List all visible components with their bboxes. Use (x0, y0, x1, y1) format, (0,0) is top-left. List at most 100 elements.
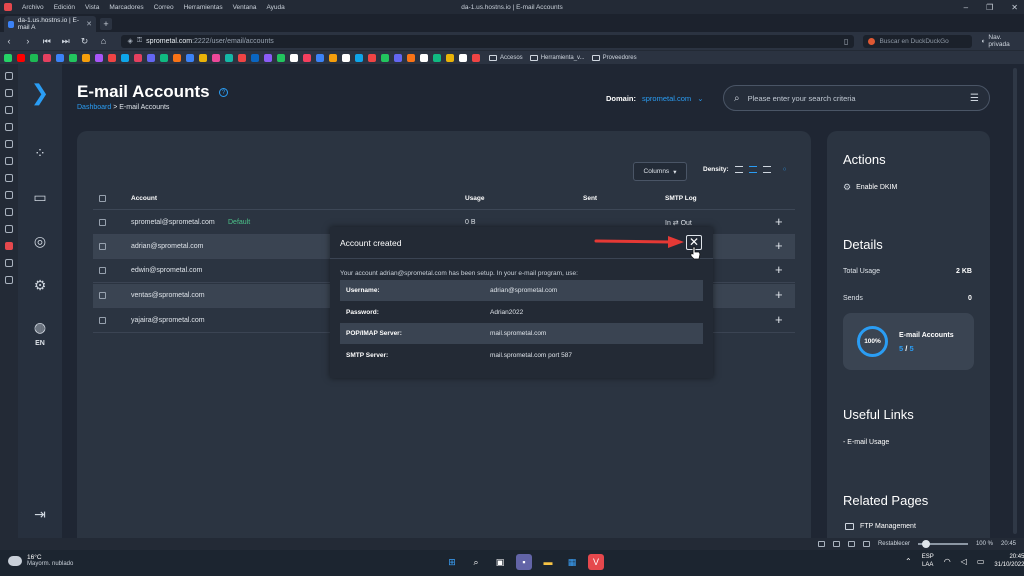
battery-icon[interactable]: ▭ (977, 557, 985, 566)
microsoft-store-icon[interactable]: ▦ (564, 554, 580, 570)
zoom-slider-knob[interactable] (921, 540, 930, 548)
image-toggle-icon[interactable] (847, 541, 855, 547)
row-account[interactable]: ventas@sprometal.com (131, 292, 205, 299)
notes-icon[interactable] (5, 123, 13, 131)
calendar-panel-icon[interactable] (5, 191, 13, 199)
bookmark-favicon-icon[interactable] (225, 53, 233, 62)
bookmark-folder-proveedores[interactable]: Proveedores (603, 55, 637, 61)
bookmark-favicon-icon[interactable] (407, 53, 415, 62)
expand-row-icon[interactable]: + (775, 214, 783, 229)
dashboard-grid-icon[interactable]: ⁘ (34, 146, 46, 160)
bookmark-icon[interactable]: ▯ (844, 37, 848, 46)
menu-ventana[interactable]: Ventana (233, 4, 257, 11)
globe-icon[interactable]: ◍ (34, 320, 46, 334)
bookmark-favicon-icon[interactable] (446, 53, 454, 62)
task-view-icon[interactable]: ▣ (492, 554, 508, 570)
private-window-button[interactable]: ◐ Nav. privada (981, 34, 1024, 48)
row-account[interactable]: edwin@sprometal.com (131, 267, 202, 274)
zoom-reset[interactable]: Restablecer (878, 541, 910, 547)
bookmark-favicon-icon[interactable] (264, 53, 272, 62)
bookmark-favicon-icon[interactable] (342, 53, 350, 62)
bookmark-favicon-icon[interactable] (212, 53, 220, 62)
columns-button[interactable]: Columns ▾ (633, 162, 687, 181)
add-panel-icon[interactable] (5, 276, 13, 284)
vivaldi-panel-icon[interactable] (5, 242, 13, 250)
bookmark-favicon-icon[interactable] (355, 53, 363, 62)
bookmark-favicon-icon[interactable] (108, 53, 116, 62)
menu-vista[interactable]: Vista (85, 4, 99, 11)
menu-edicion[interactable]: Edición (54, 4, 75, 11)
bookmark-favicon-icon[interactable] (316, 53, 324, 62)
header-account[interactable]: Account (131, 195, 157, 202)
bookmark-favicon-icon[interactable] (160, 53, 168, 62)
bookmark-favicon-icon[interactable] (186, 53, 194, 62)
bookmark-favicon-icon[interactable] (134, 53, 142, 62)
domain-selector[interactable]: Domain: sprometal.com ⌄ (606, 94, 703, 103)
expand-row-icon[interactable]: + (775, 312, 783, 327)
history-icon[interactable] (5, 140, 13, 148)
bookmark-favicon-icon[interactable] (43, 53, 51, 62)
messages-icon[interactable]: ▭ (33, 190, 46, 204)
reading-list-icon[interactable] (5, 89, 13, 97)
header-smtp-log[interactable]: SMTP Log (665, 195, 697, 202)
search-input[interactable]: ⌕ Please enter your search criteria ☰ (723, 85, 990, 111)
bookmark-favicon-icon[interactable] (420, 53, 428, 62)
bookmark-favicon-icon[interactable] (381, 53, 389, 62)
new-tab-button[interactable]: + (100, 18, 112, 30)
header-usage[interactable]: Usage (465, 195, 485, 202)
bookmark-favicon-icon[interactable] (290, 53, 298, 62)
language-switcher[interactable]: EN (35, 340, 45, 347)
settings-gear-icon[interactable]: ⚙ (34, 278, 47, 292)
vivaldi-logo-icon[interactable] (4, 3, 12, 11)
address-bar[interactable]: ◈ ⚿ sprometal.com:2222/user/email/accoun… (121, 34, 855, 48)
bookmark-favicon-icon[interactable] (199, 53, 207, 62)
menu-correo[interactable]: Correo (154, 4, 174, 11)
expand-row-icon[interactable]: + (775, 262, 783, 277)
expand-row-icon[interactable]: + (775, 238, 783, 253)
bookmark-favicon-icon[interactable] (4, 53, 12, 62)
input-language[interactable]: ESP LAA (922, 553, 934, 569)
row-checkbox[interactable] (99, 292, 106, 299)
clock[interactable]: 20:45 31/10/2022 (994, 553, 1024, 569)
bookmark-folder-accesos[interactable]: Accesos (500, 55, 523, 61)
row-checkbox[interactable] (99, 219, 106, 226)
bookmark-favicon-icon[interactable] (56, 53, 64, 62)
row-smtp-log[interactable]: In ⇄ Out (665, 219, 692, 227)
density-more-icon[interactable]: ○ (783, 166, 787, 173)
wifi-icon[interactable]: ◠ (944, 557, 951, 566)
lock-icon[interactable]: ⚿ (137, 37, 142, 45)
bookmark-favicon-icon[interactable] (368, 53, 376, 62)
bookmark-favicon-icon[interactable] (30, 53, 38, 62)
zoom-slider[interactable] (917, 540, 968, 548)
teams-chat-icon[interactable]: ▪ (516, 554, 532, 570)
tray-chevron-icon[interactable]: ⌃ (905, 557, 912, 566)
taskbar-search-icon[interactable]: ⌕ (468, 554, 484, 570)
bookmark-favicon-icon[interactable] (82, 53, 90, 62)
weather-widget[interactable]: 16°C Mayorm. nublado (8, 554, 73, 567)
bookmark-favicon-icon[interactable] (277, 53, 285, 62)
vivaldi-taskbar-icon[interactable]: V (588, 554, 604, 570)
bookmark-favicon-icon[interactable] (147, 53, 155, 62)
filter-sliders-icon[interactable]: ☰ (970, 93, 979, 104)
bookmark-favicon-icon[interactable] (95, 53, 103, 62)
menu-marcadores[interactable]: Marcadores (109, 4, 143, 11)
window-panel-icon[interactable] (5, 157, 13, 165)
minimize-icon[interactable]: – (964, 3, 968, 12)
scrollbar-track[interactable] (1013, 68, 1017, 534)
feeds-panel-icon[interactable] (5, 208, 13, 216)
expand-row-icon[interactable]: + (775, 287, 783, 302)
home-icon[interactable]: ⌂ (99, 36, 109, 46)
windows-start-icon[interactable]: ⊞ (444, 554, 460, 570)
enable-dkim-link[interactable]: ⚙ Enable DKIM (843, 182, 897, 193)
directadmin-logo-icon[interactable]: ❯ (31, 82, 49, 104)
row-account[interactable]: adrian@sprometal.com (131, 243, 203, 250)
menu-herramientas[interactable]: Herramientas (184, 4, 223, 11)
ftp-management-link[interactable]: FTP Management (845, 523, 916, 530)
email-usage-link[interactable]: - E-mail Usage (843, 439, 889, 446)
web-panel-icon[interactable] (5, 259, 13, 267)
density-normal-icon[interactable] (748, 166, 757, 173)
row-account[interactable]: yajaira@sprometal.com (131, 317, 205, 324)
forward-icon[interactable]: › (23, 36, 33, 46)
back-icon[interactable]: ‹ (4, 36, 14, 46)
shield-icon[interactable]: ◈ (127, 37, 132, 45)
